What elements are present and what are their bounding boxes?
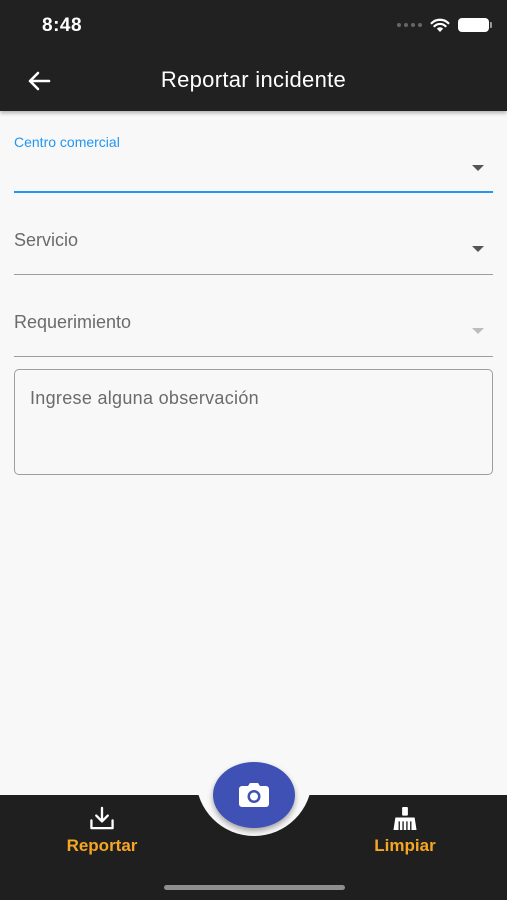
observation-box [14,369,493,475]
broom-icon [393,806,417,831]
observation-input[interactable] [30,388,480,466]
status-icons [397,17,492,33]
chevron-down-icon [472,246,484,252]
reportar-button[interactable]: Reportar [42,806,162,856]
camera-icon [239,783,269,807]
centro-comercial-label: Centro comercial [14,134,120,150]
servicio-underline [14,274,493,275]
requerimiento-underline [14,356,493,357]
screen: 8:48 Reportar incidente Centro comercial… [0,0,507,900]
battery-icon [458,18,492,32]
requerimiento-dropdown[interactable]: Requerimiento [14,310,493,358]
chevron-down-icon [472,328,484,334]
status-time: 8:48 [42,15,83,36]
requerimiento-label: Requerimiento [14,312,132,332]
limpiar-label: Limpiar [374,836,436,855]
centro-comercial-dropdown[interactable]: Centro comercial [14,134,493,194]
signal-icon [397,23,422,27]
app-header: 8:48 Reportar incidente [0,0,507,111]
chevron-down-icon [472,165,484,171]
home-indicator [164,885,345,890]
page-title: Reportar incidente [160,67,347,92]
reportar-label: Reportar [66,836,138,855]
servicio-dropdown[interactable]: Servicio [14,228,493,276]
limpiar-button[interactable]: Limpiar [345,806,465,856]
wifi-icon [430,18,450,32]
centro-comercial-underline [14,191,493,193]
camera-button[interactable] [213,762,295,828]
servicio-label: Servicio [14,230,79,250]
download-icon [90,806,114,830]
